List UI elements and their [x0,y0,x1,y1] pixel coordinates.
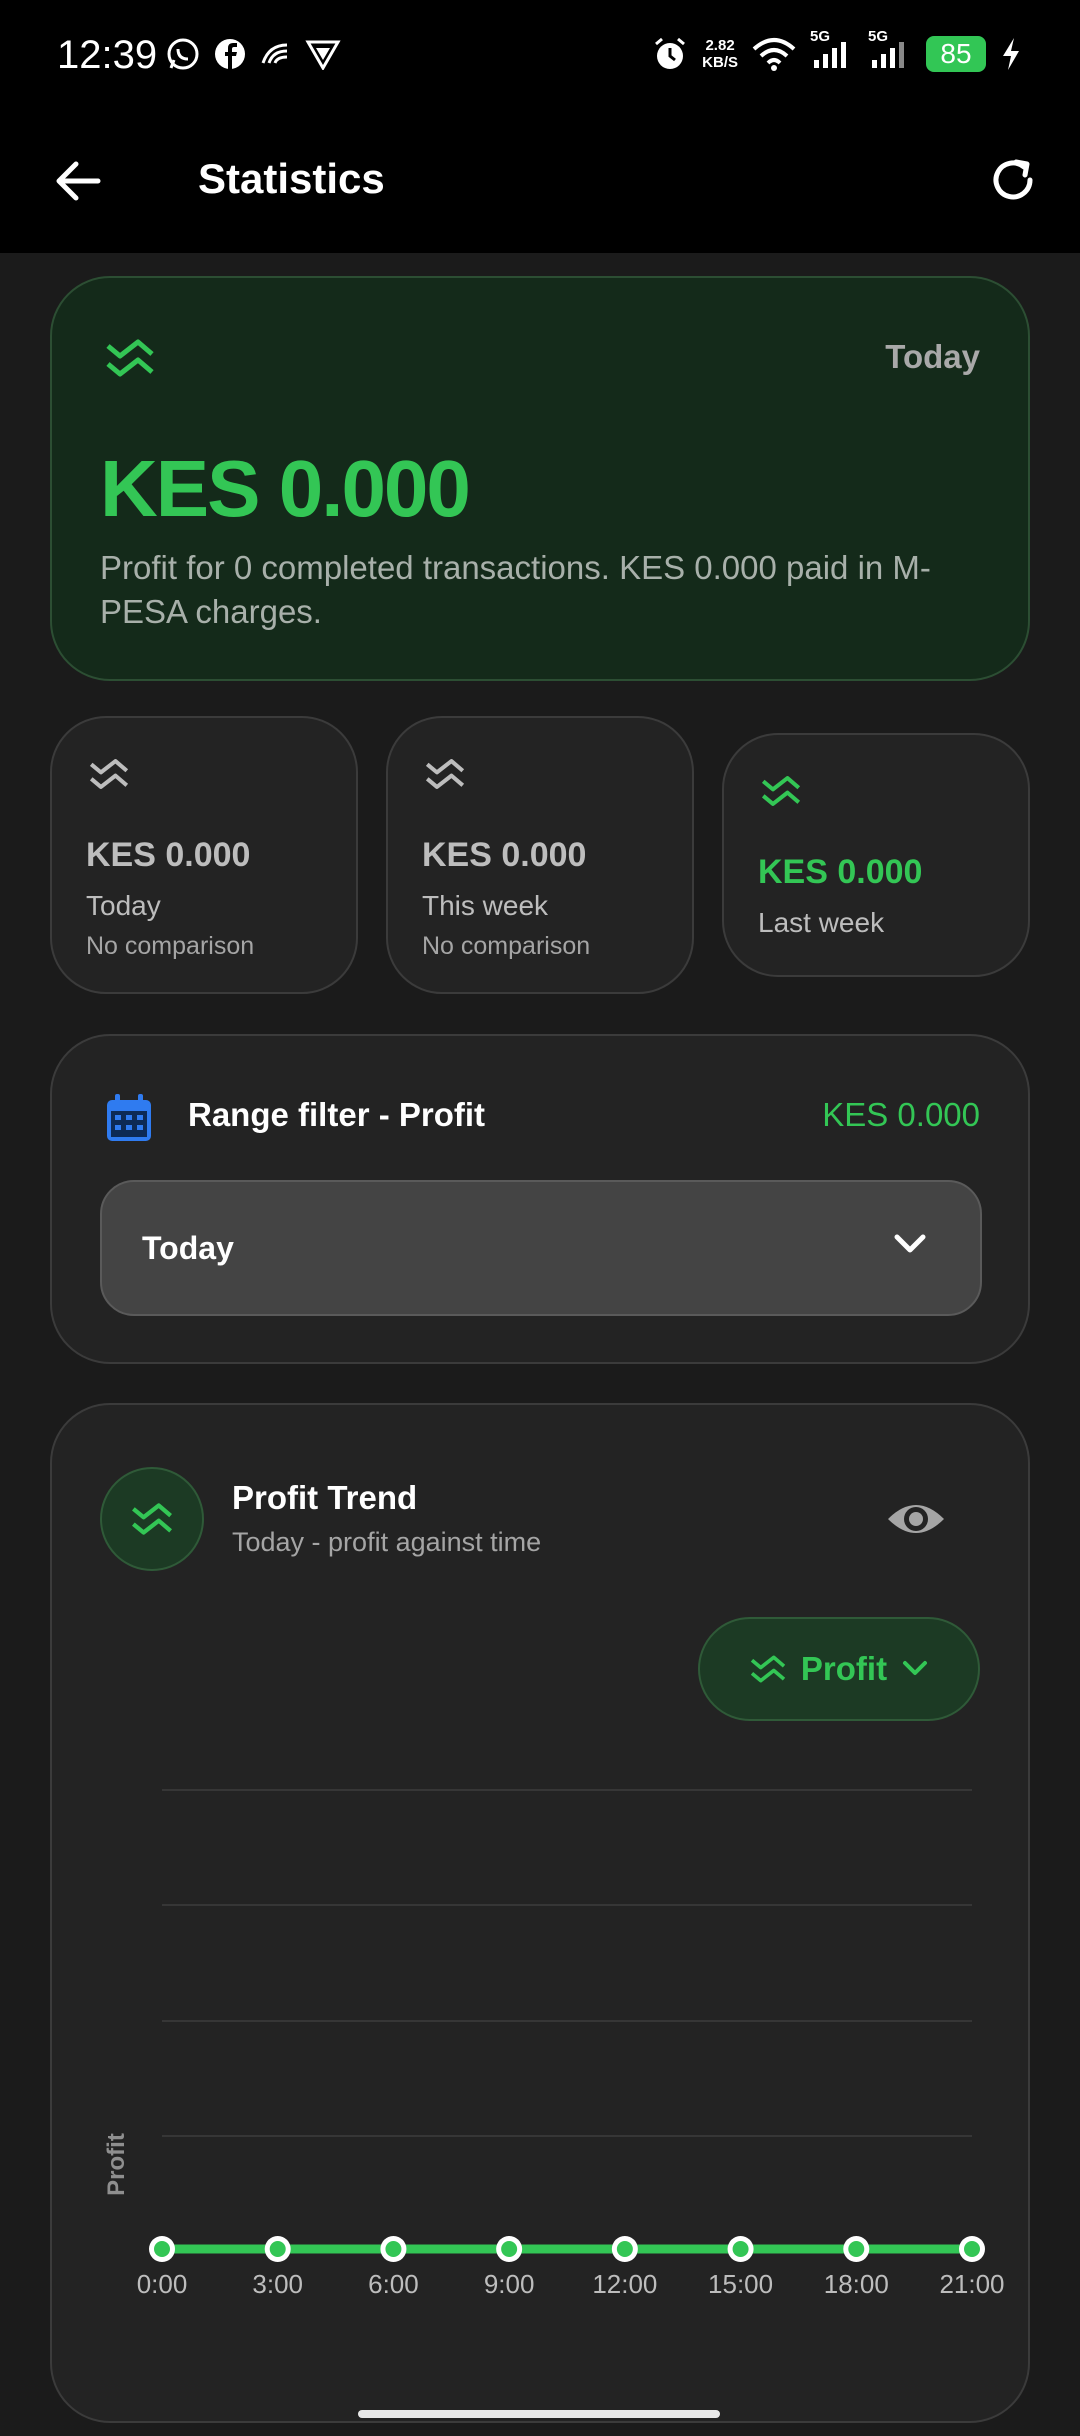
data-point-fill [964,2241,980,2257]
profit-trend-icon [89,759,129,789]
x-tick-label: 0:00 [137,2269,188,2299]
data-point-fill [848,2241,865,2257]
chevron-down-icon [894,1234,926,1253]
y-axis-label: Profit [103,2133,130,2196]
charging-icon [1003,38,1019,70]
summary-amount: KES 0.000 [86,836,251,874]
refresh-icon[interactable] [986,153,1040,207]
sim1-signal: 5G [810,28,854,74]
summary-card-today[interactable]: KES 0.000 Today No comparison [50,716,358,994]
summary-card-last-week[interactable]: KES 0.000 Last week [722,733,1030,977]
network-speed-unit: KB/S [702,54,738,71]
data-point-fill [501,2241,518,2257]
home-indicator [358,2410,720,2418]
wifi-icon [752,38,796,71]
x-tick-label: 15:00 [708,2269,773,2299]
x-tick-label: 21:00 [939,2269,1004,2299]
range-select-value: Today [142,1230,234,1266]
x-tick-label: 18:00 [824,2269,889,2299]
range-filter-card: Range filter - Profit KES 0.000 Today [50,1034,1030,1364]
network-speed-value: 2.82 [705,37,735,54]
profit-trend-chart: Profit 0:00 3:00 6:00 9:00 12:00 15:00 18:00 21:… [103,1789,1005,2299]
summary-comparison: No comparison [422,932,591,960]
status-time: 12:39 [57,33,158,77]
sim2-label: 5G [868,28,889,45]
range-select[interactable]: Today [100,1180,982,1316]
sim1-label: 5G [810,28,831,45]
app-bar: Statistics [0,115,1080,253]
whatsapp-icon [167,38,199,70]
battery-level: 85 [926,36,986,72]
page-title: Statistics [198,155,385,202]
summary-label: Last week [758,907,885,938]
x-tick-label: 9:00 [484,2269,535,2299]
hero-profit-amount: KES 0.000 [100,444,471,533]
profit-trend-card: Profit Trend Today - profit against time… [50,1403,1030,2423]
summary-amount: KES 0.000 [758,853,923,891]
summary-amount: KES 0.000 [422,836,587,874]
summary-label: This week [422,890,549,921]
x-tick-label: 3:00 [252,2269,303,2299]
x-tick-label: 12:00 [592,2269,657,2299]
profit-summary-card: Today KES 0.000 Profit for 0 completed t… [50,276,1030,681]
sim2-signal: 5G [868,28,912,74]
data-point-fill [154,2241,170,2257]
profit-trend-icon [106,339,154,377]
profit-trend-icon [425,759,465,789]
status-bar: 12:39 2.82 KB/S 5G 5G 85 [0,0,1080,115]
range-filter-title: Range filter - Profit [188,1096,486,1133]
back-arrow-icon[interactable] [52,155,104,207]
calendar-icon [107,1094,151,1141]
hero-period-label: Today [885,338,980,375]
app-notification-icon [261,43,288,64]
data-point-fill [269,2241,286,2257]
profit-trend-icon [761,776,801,806]
x-tick-label: 6:00 [368,2269,419,2299]
data-point-fill [732,2241,749,2257]
data-point-fill [385,2241,402,2257]
summary-label: Today [86,890,161,921]
network-speed: 2.82 KB/S [702,37,738,71]
summary-comparison: No comparison [86,932,255,960]
alarm-icon [655,37,686,69]
range-filter-value: KES 0.000 [822,1096,980,1133]
hero-description: Profit for 0 completed transactions. KES… [100,549,931,630]
system-icons: 2.82 KB/S 5G 5G 85 [652,28,1022,74]
vpn-icon [305,40,341,70]
data-point-fill [616,2241,633,2257]
facebook-icon [215,39,245,69]
notification-icons [165,36,341,72]
summary-card-this-week[interactable]: KES 0.000 This week No comparison [386,716,694,994]
